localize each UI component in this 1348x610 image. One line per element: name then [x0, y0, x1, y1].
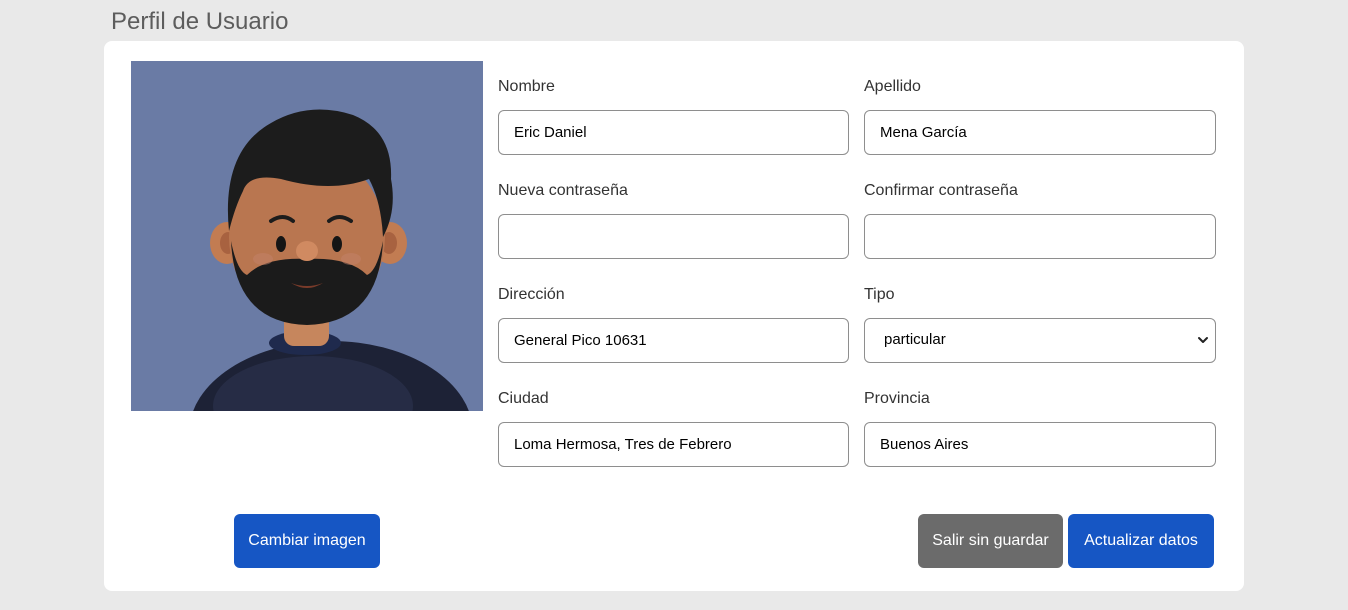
profile-card: Nombre Apellido Nueva contraseña Confirm…	[104, 41, 1244, 591]
update-data-button[interactable]: Actualizar datos	[1068, 514, 1214, 568]
tipo-label: Tipo	[864, 286, 895, 303]
confirmar-contrasena-label: Confirmar contraseña	[864, 182, 1018, 199]
exit-without-saving-button[interactable]: Salir sin guardar	[918, 514, 1063, 568]
nombre-label: Nombre	[498, 78, 555, 95]
tipo-select[interactable]: particular	[864, 318, 1216, 363]
page-title: Perfil de Usuario	[111, 8, 289, 35]
apellido-field[interactable]	[864, 110, 1216, 155]
direccion-field[interactable]	[498, 318, 849, 363]
nueva-contrasena-label: Nueva contraseña	[498, 182, 628, 199]
ciudad-label: Ciudad	[498, 390, 549, 407]
provincia-field[interactable]	[864, 422, 1216, 467]
provincia-label: Provincia	[864, 390, 930, 407]
tipo-select-value: particular	[884, 331, 946, 348]
confirmar-contrasena-field[interactable]	[864, 214, 1216, 259]
user-avatar-illustration-icon	[131, 61, 483, 411]
change-image-button[interactable]: Cambiar imagen	[234, 514, 380, 568]
direccion-label: Dirección	[498, 286, 565, 303]
ciudad-field[interactable]	[498, 422, 849, 467]
nueva-contrasena-field[interactable]	[498, 214, 849, 259]
avatar-image	[131, 61, 483, 411]
apellido-label: Apellido	[864, 78, 921, 95]
chevron-down-icon	[1198, 337, 1208, 343]
nombre-field[interactable]	[498, 110, 849, 155]
